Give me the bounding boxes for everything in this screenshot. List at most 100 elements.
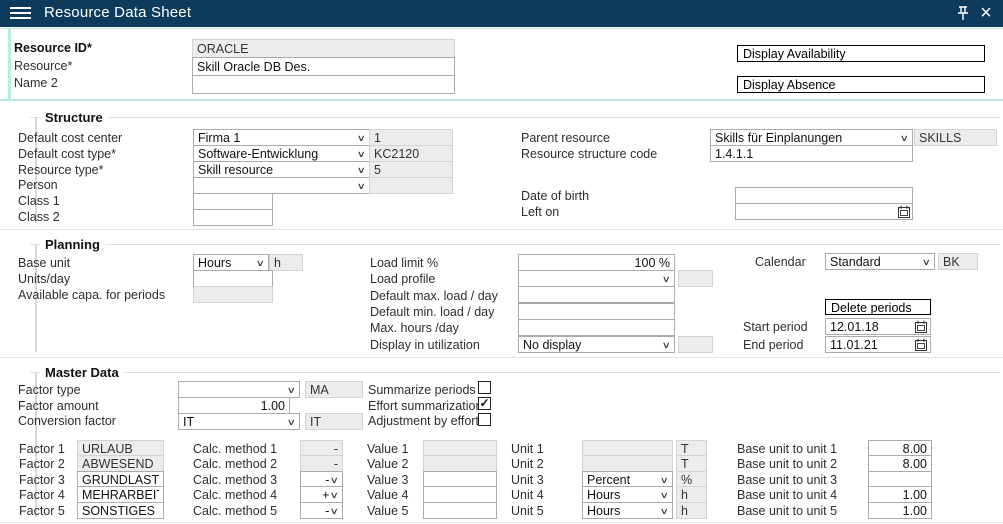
resource-name-field[interactable] (192, 57, 455, 76)
factor-type-dropdown[interactable]: ∨ (178, 381, 300, 398)
base-unit-to-unit-field[interactable] (868, 486, 932, 503)
header-accent-bar (8, 29, 11, 99)
factor-type-label: Factor type (18, 383, 81, 397)
factor-row-label: Factor 3 (19, 473, 65, 487)
available-capa-field (193, 286, 273, 303)
person-dropdown[interactable]: ∨ (193, 177, 370, 194)
unit-code-field (676, 486, 707, 503)
base-unit-to-unit-label: Base unit to unit 3 (737, 473, 837, 487)
conversion-factor-dropdown[interactable]: IT ∨ (178, 413, 300, 430)
available-capa-label: Available capa. for periods (18, 288, 165, 302)
calc-method-dropdown[interactable]: + ∨ (300, 486, 343, 503)
class1-field[interactable] (193, 193, 273, 210)
effort-summarization-checkbox[interactable]: ✓ (478, 397, 491, 410)
unit-field (582, 455, 673, 472)
factor-amount-field[interactable] (178, 397, 290, 414)
calendar-icon[interactable] (898, 205, 910, 218)
unit-dropdown[interactable]: Hours ∨ (582, 502, 673, 519)
summarize-periods-label: Summarize periods (368, 383, 476, 397)
base-unit-to-unit-field[interactable] (868, 502, 932, 519)
calendar-dropdown[interactable]: Standard ∨ (825, 253, 935, 270)
default-max-load-field[interactable] (518, 286, 675, 303)
left-on-field[interactable] (735, 203, 913, 220)
check-icon: ✓ (479, 396, 489, 410)
value-label: Value 5 (367, 504, 408, 518)
load-limit-field[interactable] (518, 254, 675, 271)
pin-icon[interactable] (955, 5, 971, 22)
chevron-down-icon: ∨ (330, 504, 339, 518)
factor-row-label: Factor 5 (19, 504, 65, 518)
load-profile-dropdown[interactable]: ∨ (518, 270, 675, 287)
units-day-field[interactable] (193, 270, 273, 287)
unit-dropdown[interactable]: Hours ∨ (582, 486, 673, 503)
calc-method-field: - (300, 455, 343, 472)
calc-method-dropdown[interactable]: - ∨ (300, 502, 343, 519)
calendar-code-field (938, 253, 978, 270)
planning-legend: Planning (40, 237, 105, 252)
resource-id-field (192, 39, 455, 58)
resource-label: Resource* (14, 59, 72, 73)
parent-resource-label: Parent resource (521, 131, 610, 145)
resource-type-dropdown[interactable]: Skill resource ∨ (193, 161, 370, 178)
unit-code-field (676, 455, 707, 472)
adjustment-by-effort-checkbox[interactable] (478, 413, 491, 426)
date-of-birth-label: Date of birth (521, 189, 589, 203)
calendar-label: Calendar (755, 255, 806, 269)
chevron-down-icon: ∨ (660, 488, 669, 502)
resource-type-code-field (369, 161, 453, 178)
display-availability-button[interactable]: Display Availability (737, 45, 985, 62)
value-field[interactable] (423, 486, 497, 503)
chevron-down-icon: ∨ (662, 272, 671, 286)
factor-field[interactable] (77, 502, 164, 519)
person-label: Person (18, 178, 58, 192)
summarize-periods-checkbox[interactable] (478, 381, 491, 394)
close-icon[interactable]: × (977, 0, 995, 26)
value-label: Value 3 (367, 473, 408, 487)
structure-frame-line (30, 117, 1000, 118)
calendar-icon[interactable] (915, 338, 927, 351)
menu-icon[interactable] (10, 7, 31, 20)
cost-type-dropdown[interactable]: Software-Entwicklung ∨ (193, 145, 370, 162)
class2-field[interactable] (193, 209, 273, 226)
conversion-factor-label: Conversion factor (18, 414, 116, 428)
planning-frame-line (30, 244, 1000, 245)
default-max-load-label: Default max. load / day (370, 289, 498, 303)
display-in-utilization-dropdown[interactable]: No display ∨ (518, 336, 675, 353)
name2-field[interactable] (192, 75, 455, 94)
calc-method-label: Calc. method 1 (193, 442, 277, 456)
base-unit-code-field (269, 254, 303, 271)
parent-resource-code-field (914, 129, 997, 146)
base-unit-dropdown[interactable]: Hours ∨ (193, 254, 269, 271)
base-unit-label: Base unit (18, 256, 70, 270)
cost-center-dropdown[interactable]: Firma 1 ∨ (193, 129, 370, 146)
parent-resource-dropdown[interactable]: Skills für Einplanungen ∨ (710, 129, 913, 146)
start-period-label: Start period (743, 320, 808, 334)
chevron-down-icon: ∨ (357, 179, 366, 193)
calendar-icon[interactable] (915, 320, 927, 333)
base-unit-to-unit-field[interactable] (868, 455, 932, 472)
default-min-load-field[interactable] (518, 303, 675, 320)
max-hours-day-field[interactable] (518, 319, 675, 336)
cost-center-code-field (369, 129, 453, 146)
factor-field[interactable] (77, 486, 164, 503)
name2-label: Name 2 (14, 76, 58, 90)
left-on-label: Left on (521, 205, 559, 219)
display-absence-button[interactable]: Display Absence (737, 76, 985, 93)
delete-periods-button[interactable]: Delete periods (825, 299, 931, 315)
date-of-birth-field[interactable] (735, 187, 913, 204)
chevron-down-icon: ∨ (922, 255, 931, 269)
structure-code-field[interactable] (710, 145, 913, 162)
default-min-load-label: Default min. load / day (370, 305, 494, 319)
value-label: Value 2 (367, 457, 408, 471)
chevron-down-icon: ∨ (287, 383, 296, 397)
header-top-border (0, 28, 1003, 29)
chevron-down-icon: ∨ (330, 488, 339, 502)
value-field[interactable] (423, 502, 497, 519)
calc-method-label: Calc. method 2 (193, 457, 277, 471)
structure-bottom-separator (0, 229, 1003, 230)
header-bottom-border (0, 99, 1003, 101)
load-profile-code-field (678, 270, 713, 287)
max-hours-day-label: Max. hours /day (370, 321, 459, 335)
calc-method-label: Calc. method 4 (193, 488, 277, 502)
units-day-label: Units/day (18, 272, 70, 286)
